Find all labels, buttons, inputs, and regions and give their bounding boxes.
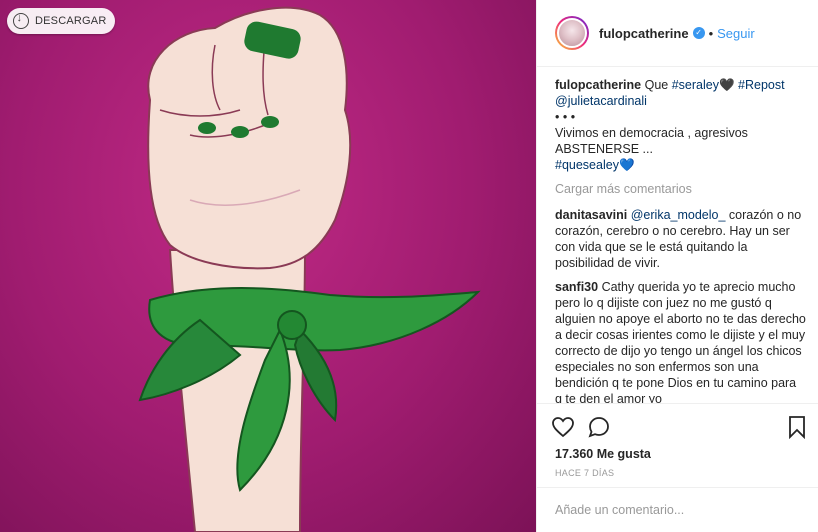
post-sidebar: fulopcatherine ✓ • Seguir fulopcatherine…: [536, 0, 818, 532]
post-image[interactable]: DESCARGAR: [0, 0, 536, 532]
caption: fulopcatherine Que #seraley🖤 #Repost @ju…: [555, 77, 806, 173]
raised-fist-illustration: [138, 6, 481, 532]
post-actions: [537, 403, 818, 449]
mention-julietacardinali[interactable]: @julietacardinali: [555, 94, 647, 108]
hashtag-repost[interactable]: #Repost: [738, 78, 785, 92]
comment-username[interactable]: sanfi30: [555, 280, 598, 294]
download-label: DESCARGAR: [35, 15, 107, 27]
comment-text: Cathy querida yo te aprecio mucho pero l…: [555, 280, 806, 403]
post-header: fulopcatherine ✓ • Seguir: [537, 0, 818, 67]
black-heart-emoji: 🖤: [718, 78, 735, 92]
hashtag-quesealey[interactable]: #quesealey: [555, 158, 619, 172]
load-more-comments[interactable]: Cargar más comentarios: [555, 181, 806, 197]
comment-item: danitasavini @erika_modelo_ corazón o no…: [555, 207, 806, 271]
caption-intro: Que: [644, 78, 669, 92]
caption-line-1: Vivimos en democracia , agresivos: [555, 126, 748, 140]
verified-icon: ✓: [692, 27, 705, 39]
comment-mention[interactable]: @erika_modelo_: [631, 208, 726, 222]
follow-button[interactable]: Seguir: [717, 26, 755, 41]
blue-heart-emoji: 💙: [618, 158, 635, 172]
post-time[interactable]: HACE 7 DÍAS: [555, 468, 614, 478]
bookmark-icon[interactable]: [785, 415, 809, 439]
add-comment-placeholder: Añade un comentario...: [555, 503, 685, 517]
download-icon: [13, 12, 29, 29]
heart-icon[interactable]: [551, 415, 575, 439]
header-username[interactable]: fulopcatherine: [599, 26, 689, 41]
comment-username[interactable]: danitasavini: [555, 208, 627, 222]
add-comment-input[interactable]: Añade un comentario...: [537, 487, 818, 532]
comments-list[interactable]: fulopcatherine Que #seraley🖤 #Repost @ju…: [537, 67, 818, 403]
caption-dots: • • •: [555, 110, 576, 124]
comment-icon[interactable]: [587, 415, 611, 439]
download-button[interactable]: DESCARGAR: [7, 8, 116, 34]
caption-line-2: ABSTENERSE ...: [555, 142, 653, 156]
hashtag-seraley[interactable]: #seraley: [672, 78, 719, 92]
avatar[interactable]: [555, 16, 589, 50]
comment-item: sanfi30 Cathy querida yo te aprecio much…: [555, 279, 806, 403]
separator: •: [708, 25, 714, 41]
likes-count[interactable]: 17.360 Me gusta: [555, 447, 651, 461]
caption-username[interactable]: fulopcatherine: [555, 78, 641, 92]
